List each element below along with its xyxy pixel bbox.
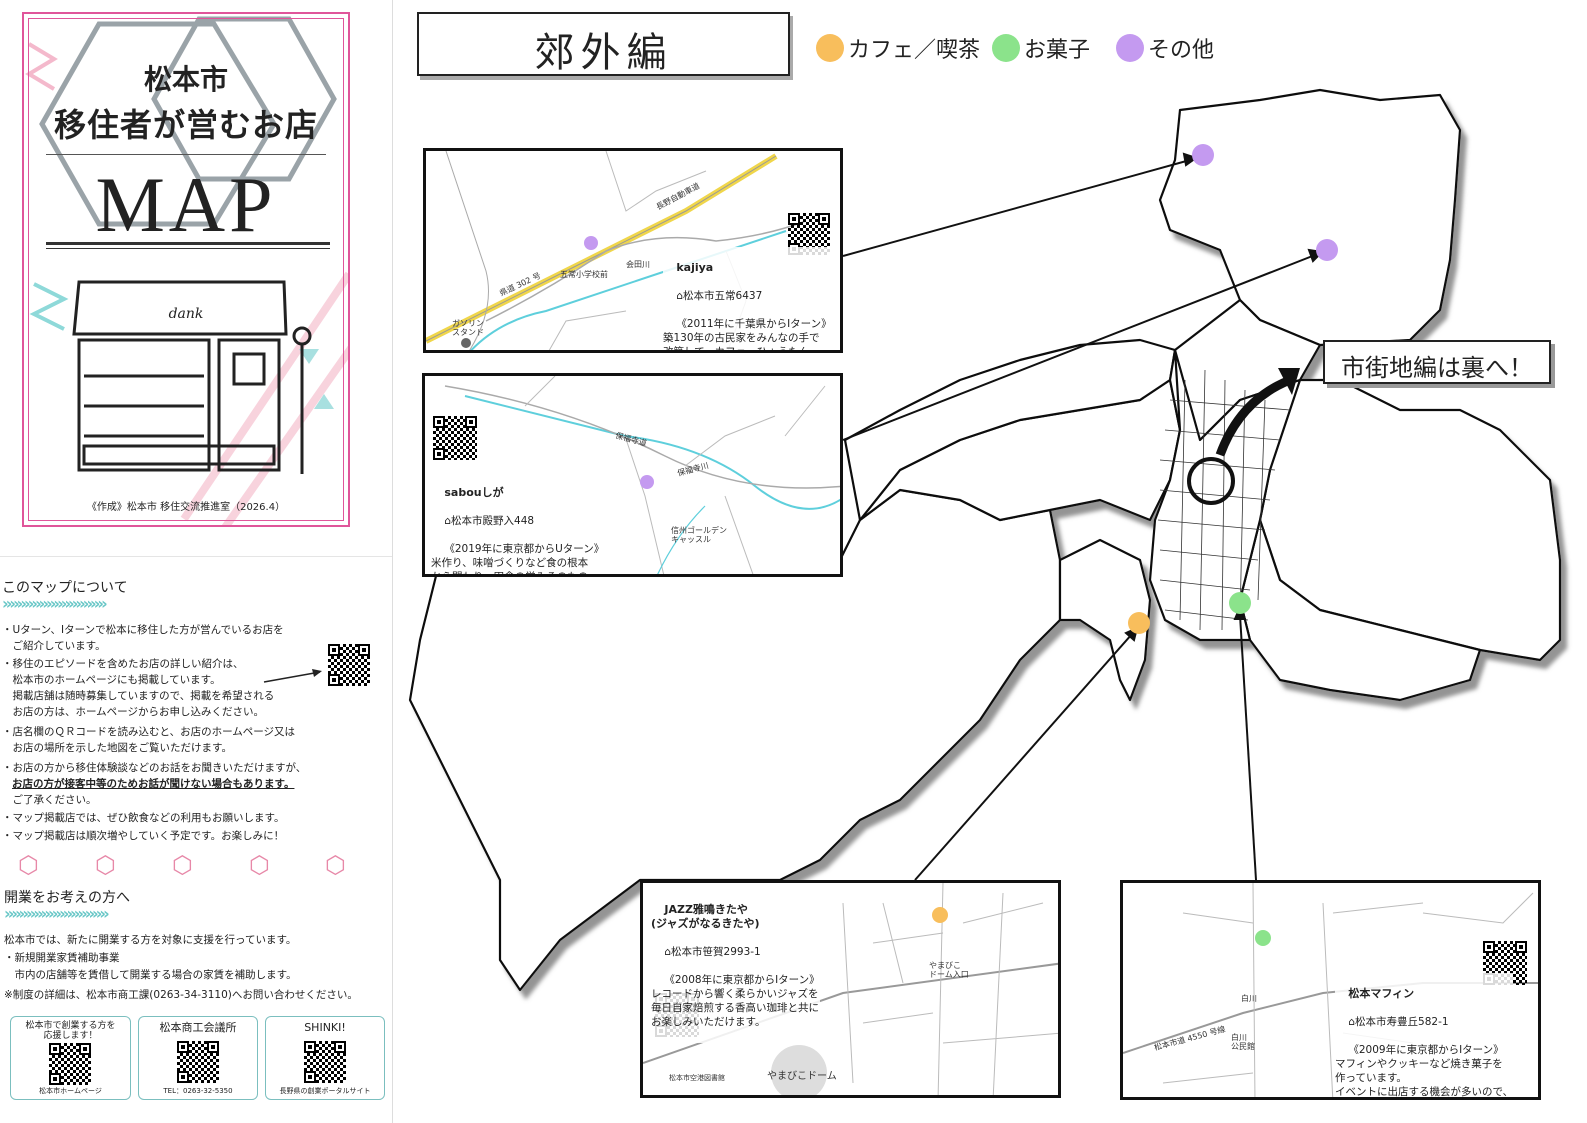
map-label: 白川 bbox=[1241, 994, 1257, 1003]
shop-description: 《2011年に千葉県からIターン》 築130年の古民家をみんなの手で 改築して、… bbox=[663, 318, 832, 353]
inset-map-sabou-shiga: 保福寺道 保福寺川 信州ゴールデン キャッスル sabouしが ⌂松本市殿野入4… bbox=[422, 373, 843, 577]
map-label: 会田川 bbox=[626, 260, 650, 269]
shop-address: 松本市殿野入448 bbox=[451, 515, 535, 527]
map-label: やまびこドーム bbox=[767, 1071, 837, 1082]
legend-sweets: お菓子 bbox=[992, 32, 1090, 64]
legend-other: その他 bbox=[1116, 32, 1214, 64]
pin-sabou-shiga bbox=[1316, 239, 1338, 261]
sweets-dot-icon bbox=[992, 34, 1020, 62]
other-dot-icon bbox=[1116, 34, 1144, 62]
shop-name: 松本マフィン bbox=[1348, 987, 1415, 1000]
shop-info-kajiya: kajiya ⌂松本市五常6437 《2011年に千葉県からIターン》 築130… bbox=[663, 247, 832, 353]
pin-jazz-kitaya bbox=[1128, 612, 1150, 634]
pin-kajiya bbox=[1192, 144, 1214, 166]
map-label: やまびこ ドーム入口 bbox=[929, 961, 969, 979]
map-label: ガソリン スタンド bbox=[452, 319, 484, 337]
pin-matsumoto-muffin bbox=[1229, 592, 1251, 614]
qr-code-icon[interactable] bbox=[433, 416, 477, 460]
shop-name: JAZZ雅鳴きたや (ジャズがなるきたや) bbox=[651, 903, 760, 930]
shop-name: sabouしが bbox=[444, 486, 504, 499]
shop-description: 《2009年に東京都からIターン》 マフィンやクッキーなど焼き菓子を 作っていま… bbox=[1335, 1044, 1514, 1098]
inset-map-matsumoto-muffin: 白川 松本市道 4550 号線 白川 公民館 松本マフィン ⌂松本市寿豊丘582… bbox=[1120, 880, 1541, 1100]
map-label: 五常小学校前 bbox=[560, 270, 608, 279]
inset-map-jazz-kitaya: やまびこ ドーム入口 やまびこドーム 松本市空港図書館 JAZZ雅鳴きたや (ジ… bbox=[640, 880, 1061, 1098]
shop-address: 松本市笹賀2993-1 bbox=[671, 946, 761, 958]
inset-map-kajiya: 長野自動車道 県道 302 号 五常小学校前 会田川 ガソリン スタンド kaj… bbox=[423, 148, 843, 353]
legend-label: お菓子 bbox=[1024, 38, 1091, 63]
cafe-dot-icon bbox=[816, 34, 844, 62]
shop-address: 松本市寿豊丘582-1 bbox=[1355, 1016, 1449, 1028]
shop-address: 松本市五常6437 bbox=[683, 290, 763, 302]
shop-description: 《2008年に東京都からIターン》 レコードから響く柔らかいジャズを 毎日自家焙… bbox=[651, 974, 820, 1028]
shop-info-jazz-kitaya: JAZZ雅鳴きたや (ジャズがなるきたや) ⌂松本市笹賀2993-1 《2008… bbox=[651, 889, 820, 1043]
legend-cafe: カフェ／喫茶 bbox=[816, 32, 980, 64]
shop-name: kajiya bbox=[676, 261, 714, 274]
map-label: 松本市空港図書館 bbox=[669, 1074, 725, 1082]
map-label: 信州ゴールデン キャッスル bbox=[671, 526, 727, 544]
legend-label: カフェ／喫茶 bbox=[848, 38, 981, 63]
map-label: 白川 公民館 bbox=[1231, 1033, 1255, 1051]
city-note: 市街地編は裏へ！ bbox=[1341, 354, 1533, 382]
region-north bbox=[1158, 88, 1462, 347]
shop-description: 《2019年に東京都からUターン》 米作り、味噌づくりなど食の根本 から関わり、… bbox=[431, 543, 605, 577]
section-title-box: 郊外編 bbox=[417, 12, 790, 76]
legend-label: その他 bbox=[1148, 38, 1215, 63]
section-title: 郊外編 bbox=[534, 30, 673, 76]
shop-info-matsumoto-muffin: 松本マフィン ⌂松本市寿豊丘582-1 《2009年に東京都からIターン》 マフ… bbox=[1335, 973, 1514, 1098]
shop-info-sabou-shiga: sabouしが ⌂松本市殿野入448 《2019年に東京都からUターン》 米作り… bbox=[431, 472, 605, 577]
city-note-box: 市街地編は裏へ！ bbox=[1323, 340, 1551, 384]
